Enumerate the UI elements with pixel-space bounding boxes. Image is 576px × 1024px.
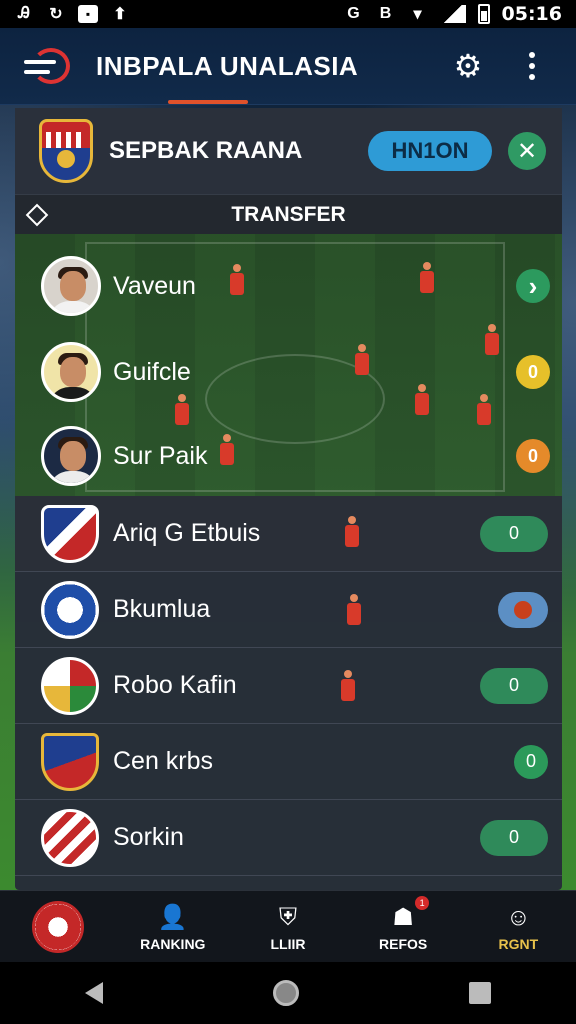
player-avatar [41,426,101,486]
player-avatar [41,342,101,402]
player-avatar [41,256,101,316]
club-crest-icon [31,900,84,953]
battery-icon [477,4,490,24]
club-name: Bkumlua [113,595,211,623]
club-logo-icon [41,732,99,791]
shield-icon: ⛨ [278,903,297,931]
club-row[interactable]: Bkumlua [15,572,562,648]
player-figure-icon [347,594,361,628]
nav-home[interactable] [8,900,108,953]
player-figure-icon [341,670,355,704]
team-name: SEPBAK RAANA [109,137,303,164]
player-name: Guifcle [113,357,191,386]
player-name: Sur Paik [113,441,208,470]
club-row[interactable]: Ariq G Etbuis 0 [15,496,562,572]
ghost-icon: ☺ [506,903,531,931]
app-title: INBPALA UNALASIA [96,50,359,81]
notification-icon-g: G [347,5,360,22]
club-name: Robo Kafin [113,671,237,699]
player-figure-icon [345,516,359,550]
notification-icon-message: ▪ [78,5,98,23]
nav-label: RANKING [140,935,206,952]
player-row[interactable]: Sur Paik 0 [15,416,562,496]
main-panel: SEPBAK RAANA HN1ON ✕ TRANSFER Vaveun › G… [15,108,562,890]
status-bar: Ꭿ ↻ ▪ ⬆ G B ▾ 05:16 [0,0,576,28]
player-action-button[interactable]: 0 [516,355,550,389]
club-toggle[interactable]: 0 [480,515,548,552]
notification-icon-b: B [379,5,392,22]
club-name: Sorkin [113,823,184,851]
club-name: Cen krbs [113,747,214,775]
club-row[interactable]: Robo Kafin 0 [15,648,562,724]
club-name: Ariq G Etbuis [113,519,261,547]
more-options-icon[interactable] [512,46,552,86]
notification-icon-refresh: ↻ [49,6,63,23]
club-row[interactable]: Cen krbs 0 [15,724,562,800]
tab-indicator [168,100,248,104]
clock: 05:16 [501,3,562,25]
player-action-button[interactable]: 0 [516,439,550,473]
recent-apps-icon[interactable] [469,982,491,1004]
user-icon: 👤 [157,904,188,931]
club-toggle[interactable]: 0 [480,819,548,856]
notification-badge: 1 [415,895,430,910]
nav-label: RGNT [498,935,539,952]
wifi-icon: ▾ [413,6,422,23]
player-row[interactable]: Guifcle 0 [15,332,562,412]
club-logo-icon [41,808,99,867]
app-logo-icon[interactable] [24,46,72,86]
club-logo-icon [41,580,99,639]
club-mini-crest-icon [514,600,532,619]
notification-icon-a: Ꭿ [18,5,30,22]
club-toggle[interactable]: 0 [480,667,548,704]
player-row[interactable]: Vaveun › [15,246,562,326]
join-button[interactable]: HN1ON [368,131,492,171]
signal-icon [439,5,466,23]
club-toggle[interactable]: 0 [514,744,548,779]
back-icon[interactable] [85,982,103,1004]
notification-icon-upload: ⬆ [113,6,127,23]
robot-icon: ☗ [392,904,414,931]
settings-gear-icon[interactable]: ⚙ [448,46,488,86]
app-header: INBPALA UNALASIA ⚙ [0,28,576,105]
nav-refos[interactable]: ☗ 1 REFOS [353,895,453,952]
club-logo-icon [41,504,99,563]
transfer-pitch: Vaveun › Guifcle 0 Sur Paik 0 [15,234,562,496]
system-navigation-bar [0,962,576,1024]
close-icon[interactable]: ✕ [508,132,546,170]
bottom-navigation: 👤 RANKING ⛨ LLIIR ☗ 1 REFOS ☺ RGNT [0,890,576,962]
section-header: TRANSFER [15,194,562,234]
player-action-button[interactable]: › [516,269,550,303]
nav-rgnt[interactable]: ☺ RGNT [468,902,568,952]
club-badge-button[interactable] [498,591,548,628]
club-logo-icon [41,656,99,715]
nav-label: REFOS [379,935,428,952]
team-header: SEPBAK RAANA HN1ON ✕ [15,108,562,194]
nav-ranking[interactable]: 👤 RANKING [123,902,223,952]
home-icon[interactable] [273,980,299,1006]
nav-label: LLIIR [270,935,306,952]
section-title: TRANSFER [231,202,346,226]
club-row[interactable]: Sorkin 0 [15,800,562,876]
player-name: Vaveun [113,271,196,300]
team-crest-icon [39,119,93,183]
nav-club[interactable]: ⛨ LLIIR [238,902,338,952]
